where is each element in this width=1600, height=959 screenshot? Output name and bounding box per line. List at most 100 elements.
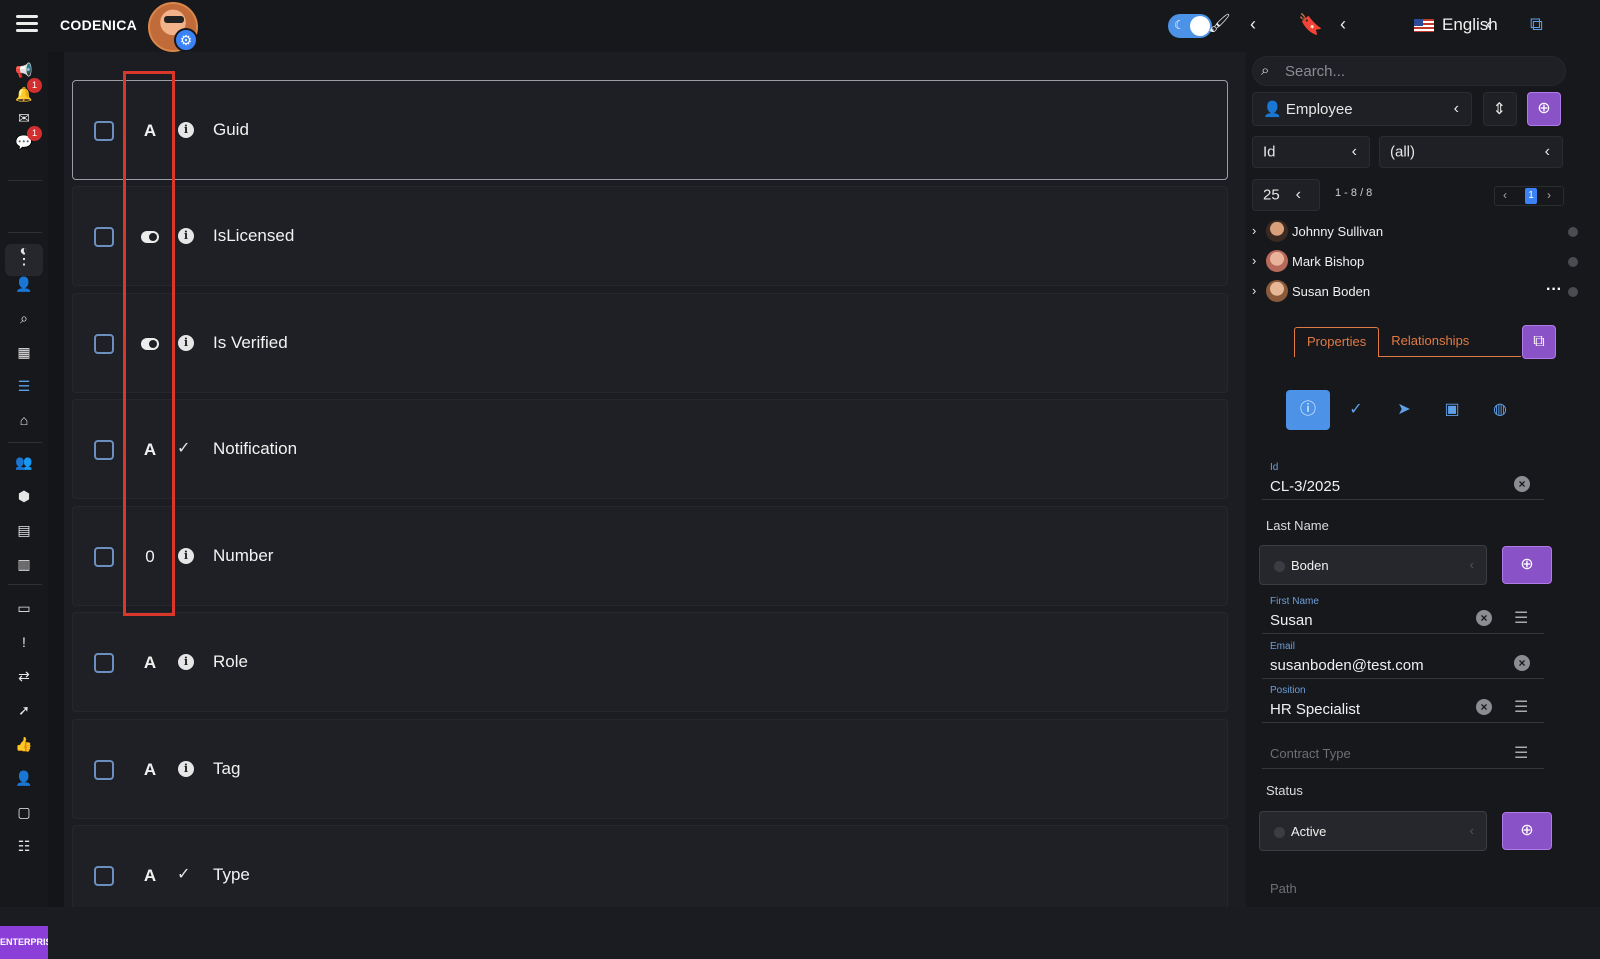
thumbs-up-icon[interactable]: 👍: [14, 734, 34, 754]
add-last-name-button[interactable]: ⊕: [1502, 546, 1552, 584]
current-page[interactable]: 1: [1525, 188, 1537, 204]
field-select[interactable]: Id ‹: [1252, 136, 1370, 168]
id-field[interactable]: Id CL-3/2025 ×: [1262, 460, 1544, 500]
tab-relationships[interactable]: Relationships: [1379, 327, 1482, 357]
search-icon[interactable]: ⌕: [14, 308, 34, 328]
row-checkbox[interactable]: [94, 227, 114, 247]
row-checkbox[interactable]: [94, 334, 114, 354]
field-row-notification[interactable]: A ✓ Notification: [72, 399, 1228, 499]
file-icon[interactable]: ▤: [14, 520, 34, 540]
id-field-value[interactable]: CL-3/2025: [1270, 478, 1340, 495]
filter-select[interactable]: (all) ‹: [1379, 136, 1563, 168]
more-horizontal-icon[interactable]: ···: [1546, 281, 1562, 299]
note-icon[interactable]: ▢: [14, 802, 34, 822]
user-icon[interactable]: 👤: [14, 274, 34, 294]
row-checkbox[interactable]: [94, 121, 114, 141]
chevron-left-icon[interactable]: ‹: [1250, 14, 1256, 35]
chevron-right-icon[interactable]: ›: [1252, 223, 1256, 238]
info-icon[interactable]: i: [178, 228, 194, 244]
double-check-icon[interactable]: ✓: [1334, 390, 1378, 430]
row-checkbox[interactable]: [94, 547, 114, 567]
list-icon[interactable]: ☰: [1514, 608, 1528, 628]
field-row-type[interactable]: A ✓ Type: [72, 825, 1228, 907]
list-icon[interactable]: ☰: [1514, 743, 1528, 763]
field-row-role[interactable]: A i Role: [72, 612, 1228, 712]
add-status-button[interactable]: ⊕: [1502, 812, 1552, 850]
info-icon[interactable]: i: [178, 122, 194, 138]
menu-icon[interactable]: [16, 15, 38, 35]
theme-toggle[interactable]: ☾: [1168, 14, 1212, 38]
list-icon[interactable]: ☰: [1514, 697, 1528, 717]
alert-icon[interactable]: !: [14, 632, 34, 652]
prev-page-icon[interactable]: ‹: [1503, 188, 1507, 202]
row-checkbox[interactable]: [94, 760, 114, 780]
email-field[interactable]: Email susanboden@test.com ×: [1262, 639, 1544, 679]
info-icon[interactable]: i: [178, 335, 194, 351]
row-checkbox[interactable]: [94, 440, 114, 460]
building-icon[interactable]: ▥: [14, 554, 34, 574]
search-box[interactable]: ⌕: [1252, 56, 1566, 86]
list-item[interactable]: › Susan Boden ···: [1246, 278, 1578, 306]
path-field[interactable]: Path: [1262, 864, 1544, 904]
first-name-value[interactable]: Susan: [1270, 612, 1313, 629]
calendar-icon[interactable]: ▦: [14, 342, 34, 362]
chevron-right-icon[interactable]: ›: [1252, 253, 1256, 268]
first-name-field[interactable]: First Name Susan × ☰: [1262, 594, 1544, 634]
info-icon[interactable]: i: [178, 654, 194, 670]
field-row-tag[interactable]: A i Tag: [72, 719, 1228, 819]
row-checkbox[interactable]: [94, 866, 114, 886]
status-select[interactable]: Active ‹: [1259, 811, 1487, 851]
megaphone-icon[interactable]: 📢: [14, 60, 34, 80]
gear-icon[interactable]: ⚙: [174, 28, 198, 52]
robot-icon[interactable]: ⌂: [14, 410, 34, 430]
clear-icon[interactable]: ×: [1476, 699, 1492, 715]
entity-select[interactable]: 👤 Employee ‹: [1252, 92, 1472, 126]
rocket-icon[interactable]: ➚: [14, 700, 34, 720]
position-field[interactable]: Position HR Specialist × ☰: [1262, 683, 1544, 723]
tab-properties[interactable]: Properties: [1294, 327, 1380, 357]
double-check-icon[interactable]: ✓: [177, 438, 190, 458]
contract-type-field[interactable]: Contract Type ☰: [1262, 729, 1544, 769]
users-icon[interactable]: 👥: [14, 452, 34, 472]
row-checkbox[interactable]: [94, 653, 114, 673]
info-icon[interactable]: i: [178, 548, 194, 564]
image-icon[interactable]: ▣: [1430, 390, 1474, 430]
field-row-is-verified[interactable]: i Is Verified: [72, 293, 1228, 393]
clear-icon[interactable]: ×: [1514, 655, 1530, 671]
email-value[interactable]: susanboden@test.com: [1270, 657, 1424, 674]
bookmark-icon[interactable]: 🔖: [1298, 12, 1323, 37]
position-value[interactable]: HR Specialist: [1270, 701, 1360, 718]
globe-icon[interactable]: ◍: [1478, 390, 1522, 430]
chevron-left-icon[interactable]: ‹: [1486, 14, 1492, 35]
page-size-select[interactable]: 25 ‹: [1252, 179, 1320, 211]
add-record-button[interactable]: ⊕: [1527, 92, 1561, 126]
info-icon[interactable]: i: [178, 761, 194, 777]
clear-icon[interactable]: ×: [1514, 476, 1530, 492]
chevron-left-icon[interactable]: ‹: [1340, 14, 1346, 35]
search-input[interactable]: [1285, 61, 1555, 81]
field-row-number[interactable]: 0 i Number: [72, 506, 1228, 606]
list-check-icon[interactable]: ☷: [14, 836, 34, 856]
paintbrush-icon[interactable]: 🖌: [1208, 13, 1231, 34]
double-check-icon[interactable]: ✓: [177, 864, 190, 884]
field-row-islicensed[interactable]: i IsLicensed: [72, 186, 1228, 286]
last-name-select[interactable]: Boden ‹: [1259, 545, 1487, 585]
list-item[interactable]: › Johnny Sullivan: [1246, 218, 1578, 246]
copy-button[interactable]: ⧉: [1522, 325, 1556, 359]
field-row-guid[interactable]: A i Guid: [72, 80, 1228, 180]
clear-icon[interactable]: ×: [1476, 610, 1492, 626]
cubes-icon[interactable]: ⬢: [14, 486, 34, 506]
database-icon[interactable]: ☰: [14, 376, 34, 396]
dashboard-icon[interactable]: ◐: [14, 240, 34, 260]
next-page-icon[interactable]: ›: [1547, 188, 1551, 202]
list-item[interactable]: › Mark Bishop: [1246, 248, 1578, 276]
user-check-icon[interactable]: 👤: [14, 768, 34, 788]
enterprise-badge[interactable]: ENTERPRISE: [0, 926, 48, 959]
exchange-icon[interactable]: ⇄: [14, 666, 34, 686]
sort-button[interactable]: ⇕: [1483, 92, 1517, 126]
info-icon[interactable]: ⓘ: [1286, 390, 1330, 430]
ticket-icon[interactable]: ▭: [14, 598, 34, 618]
location-arrow-icon[interactable]: ➤: [1382, 390, 1426, 430]
sitemap-icon[interactable]: ⧉: [1530, 14, 1543, 35]
mail-icon[interactable]: ✉: [14, 108, 34, 128]
